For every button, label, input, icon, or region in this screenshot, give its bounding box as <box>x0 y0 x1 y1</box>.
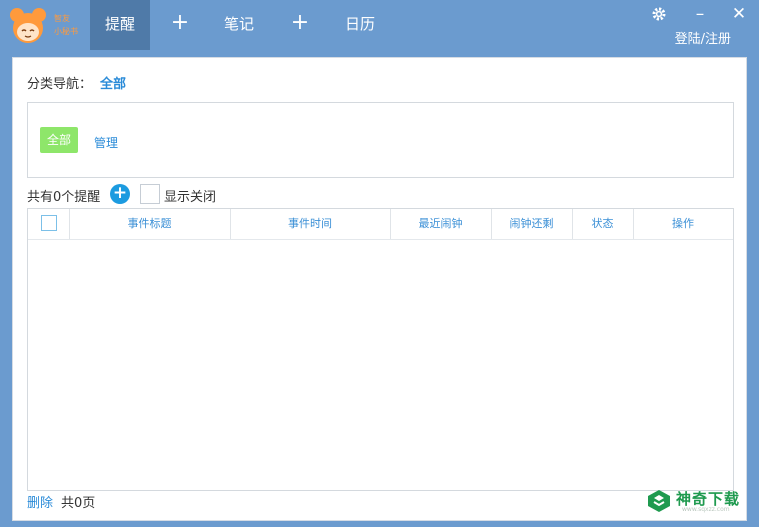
category-nav-label: 分类导航： <box>27 77 93 92</box>
category-all-button[interactable]: 全部 <box>40 127 78 153</box>
show-closed-checkbox[interactable] <box>140 184 160 204</box>
main-panel: 分类导航： 全部 全部 管理 共有0个提醒 + 显示关闭 事件标题 事件时间 最近… <box>12 57 747 521</box>
category-nav: 分类导航： 全部 <box>27 73 126 92</box>
watermark-logo-icon <box>648 490 670 512</box>
reminder-table: 事件标题 事件时间 最近闹钟 闹钟还剩 状态 操作 <box>27 208 734 491</box>
reminder-toolbar: 共有0个提醒 + 显示关闭 <box>27 184 732 206</box>
tab-calendar[interactable]: 日历 <box>330 0 390 50</box>
table-footer: 删除 共0页 <box>27 492 95 511</box>
header-event-time[interactable]: 事件时间 <box>230 209 391 239</box>
add-reminder-icon[interactable]: + <box>165 0 195 50</box>
select-all-checkbox[interactable] <box>41 215 57 231</box>
close-button[interactable]: ✕ <box>728 4 750 26</box>
category-manage-link[interactable]: 管理 <box>94 134 118 151</box>
select-all-cell <box>28 209 70 239</box>
gear-icon[interactable] <box>648 4 670 26</box>
add-reminder-button[interactable]: + <box>110 184 130 204</box>
minimize-button[interactable]: – <box>689 4 711 26</box>
reminder-count: 共有0个提醒 <box>27 190 101 205</box>
delete-link[interactable]: 删除 <box>27 496 53 511</box>
show-closed-label: 显示关闭 <box>164 190 217 205</box>
category-box: 全部 管理 <box>27 102 734 178</box>
app-logo: 智友 小秘书 <box>6 4 86 46</box>
logo-text: 智友 小秘书 <box>54 14 78 36</box>
table-header: 事件标题 事件时间 最近闹钟 闹钟还剩 状态 操作 <box>28 209 733 240</box>
watermark-subtext: www.sqxzz.com <box>682 506 730 513</box>
header-status[interactable]: 状态 <box>572 209 634 239</box>
tab-reminder[interactable]: 提醒 <box>90 0 150 50</box>
header-actions: 操作 <box>672 217 694 230</box>
login-register-link[interactable]: 登陆/注册 <box>675 28 731 47</box>
header-alarm-remaining[interactable]: 闹钟还剩 <box>491 209 573 239</box>
top-bar: 智友 小秘书 提醒 + 笔记 + 日历 – ✕ 登陆/注册 <box>0 0 759 50</box>
add-note-icon[interactable]: + <box>285 0 315 50</box>
watermark: 神奇下载 www.sqxzz.com <box>642 486 752 516</box>
header-next-alarm[interactable]: 最近闹钟 <box>390 209 492 239</box>
category-current[interactable]: 全部 <box>100 77 126 92</box>
tab-notes[interactable]: 笔记 <box>209 0 269 50</box>
logo-girl-icon <box>10 8 46 43</box>
header-event-title[interactable]: 事件标题 <box>69 209 231 239</box>
page-count: 共0页 <box>61 496 96 511</box>
